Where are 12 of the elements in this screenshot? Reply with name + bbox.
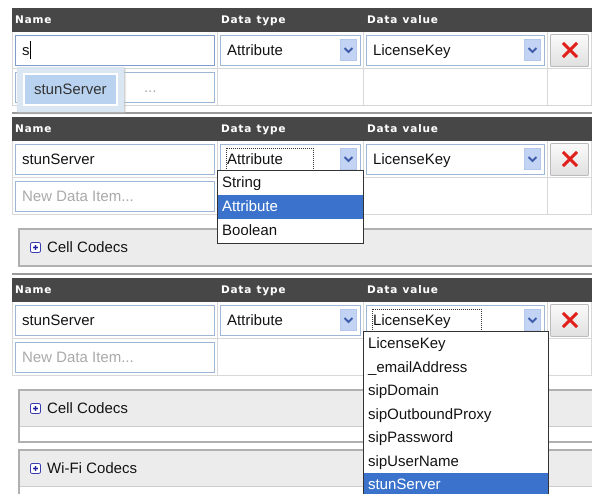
column-header: Data type: [220, 14, 288, 26]
section-title: Cell Codecs: [47, 400, 128, 417]
column-header: Name: [14, 284, 54, 296]
column-header: Data type: [220, 123, 288, 135]
column-header: Name: [14, 123, 54, 135]
column-header: Data value: [366, 14, 440, 26]
section-title: Cell Codecs: [47, 239, 128, 256]
column-header: Data value: [366, 284, 440, 296]
column-header: Name: [14, 14, 54, 26]
section-title: Wi-Fi Codecs: [47, 460, 138, 477]
column-header: Data value: [366, 123, 440, 135]
column-header: Data type: [220, 284, 288, 296]
